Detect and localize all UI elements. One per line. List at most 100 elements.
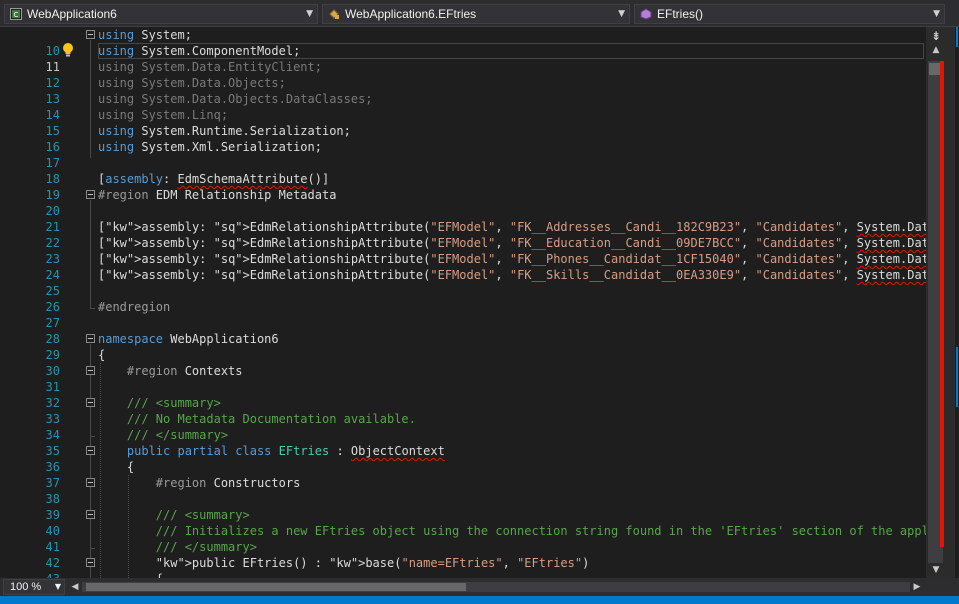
member-label: EFtries() [657,7,703,21]
line-text: /// <summary> [98,396,221,410]
zoom-dropdown[interactable]: 100 % ▼ [3,579,65,595]
code-line[interactable]: 10 using System; [0,27,926,58]
line-text: #region EDM Relationship Metadata [98,188,337,202]
error-marker-bar [940,61,944,547]
code-line[interactable]: 14 using System.Data.Objects.DataClasses… [0,91,926,122]
line-text: using System.Linq; [98,108,229,122]
chevron-down-icon: ▼ [618,9,625,19]
code-line[interactable]: 23 ["kw">assembly: "sq">EdmRelationshipA… [0,235,926,266]
line-text: { [98,571,163,578]
code-line[interactable]: 19 [assembly: EdmSchemaAttribute()] [0,171,926,202]
code-line[interactable]: 31 #region Contexts [0,363,926,394]
indent-guide [100,363,101,578]
horizontal-scrollbar-thumb[interactable] [86,583,466,591]
code-line[interactable]: 12 using System.Data.EntityClient; [0,59,926,90]
csharp-project-icon: C [10,8,22,20]
line-text: using System.Runtime.Serialization; [98,124,351,138]
line-text: using System.ComponentModel; [98,43,924,59]
outline-guide [90,40,91,158]
code-line[interactable]: 44 { [0,571,926,578]
line-text: /// No Metadata Documentation available. [98,412,416,426]
scroll-up-arrow-icon[interactable]: ▲ [930,45,942,55]
project-label: WebApplication6 [27,7,117,21]
code-line[interactable]: 42 /// </summary> [0,539,926,570]
outline-end [90,548,95,549]
navigation-bar: C WebApplication6 ▼ WebApplication6.EFtr… [0,0,959,27]
code-line[interactable]: 32 [0,379,926,410]
code-line[interactable]: 18 [0,155,926,186]
code-line[interactable]: 26 [0,283,926,314]
line-text: /// Initializes a new EFtries object usi… [98,524,926,538]
outline-end [90,436,95,437]
outline-guide [90,200,91,308]
member-dropdown[interactable]: EFtries() ▼ [634,4,945,24]
collapse-toggle[interactable] [86,446,95,455]
class-label: WebApplication6.EFtries [345,7,477,21]
code-line[interactable]: 38 #region Constructors [0,475,926,506]
line-text: { [98,460,135,474]
svg-text:C: C [14,11,19,19]
class-icon [329,9,339,19]
collapse-toggle[interactable] [86,398,95,407]
line-text: ["kw">assembly: "sq">EdmRelationshipAttr… [98,236,926,250]
edge-accent [956,347,958,407]
code-line-current[interactable]: 11 using System.ComponentModel; [0,43,926,74]
line-text: using System.Xml.Serialization; [98,140,322,154]
code-line[interactable]: 15 using System.Linq; [0,107,926,138]
outline-guide [90,344,91,578]
line-text: { [98,348,106,362]
scroll-left-arrow-icon[interactable]: ◀ [70,580,80,594]
code-line[interactable]: 17 using System.Xml.Serialization; [0,139,926,170]
line-text: using System.Data.Objects; [98,76,286,90]
collapse-toggle[interactable] [86,366,95,375]
code-line[interactable]: 22 ["kw">assembly: "sq">EdmRelationshipA… [0,219,926,250]
outline-end [90,308,95,309]
line-text: /// </summary> [98,428,229,442]
collapse-toggle[interactable] [86,334,95,343]
zoom-value: 100 % [10,581,42,593]
code-line[interactable]: 13 using System.Data.Objects; [0,75,926,106]
collapse-toggle[interactable] [86,30,95,39]
code-line[interactable]: 35 /// </summary> [0,427,926,458]
line-text: [assembly: EdmSchemaAttribute()] [98,172,330,186]
class-dropdown[interactable]: WebApplication6.EFtries ▼ [322,4,630,24]
line-text: using System; [98,28,192,42]
code-line[interactable]: 20 #region EDM Relationship Metadata [0,187,926,218]
split-window-icon[interactable]: ⇟ [929,29,943,43]
project-dropdown[interactable]: C WebApplication6 ▼ [4,4,318,24]
line-text: "kw">public EFtries() : "kw">base("name=… [155,556,590,570]
window-edge [955,27,959,578]
chevron-down-icon: ▼ [933,9,940,19]
code-line[interactable]: 21 [0,203,926,234]
collapse-toggle[interactable] [86,510,95,519]
code-line[interactable]: 24 ["kw">assembly: "sq">EdmRelationshipA… [0,251,926,282]
code-line[interactable]: 41 /// Initializes a new EFtries object … [0,523,926,554]
line-text: ["kw">assembly: "sq">EdmRelationshipAttr… [98,268,926,282]
code-line[interactable]: 40 /// <summary> [0,507,926,538]
code-line[interactable]: 36 public partial class EFtries : Object… [0,443,926,474]
line-text: namespace WebApplication6 [98,332,279,346]
code-line[interactable]: 33 /// <summary> [0,395,926,426]
collapse-toggle[interactable] [86,478,95,487]
code-editor[interactable]: 10 using System; 11 using System.Compone… [0,27,926,578]
code-line[interactable]: 39 [0,491,926,522]
status-bar [0,596,959,604]
code-line[interactable]: 29 namespace WebApplication6 [0,331,926,362]
code-line[interactable]: 27 #endregion [0,299,926,330]
method-icon [640,8,652,20]
line-text: /// </summary> [98,540,257,554]
collapse-toggle[interactable] [86,558,95,567]
code-line[interactable]: 28 [0,315,926,346]
code-line[interactable]: 43 "kw">public EFtries() : "kw">base("na… [0,555,926,578]
line-text: #region Contexts [126,364,243,378]
code-line[interactable]: 37 { [0,459,926,490]
code-line[interactable]: 16 using System.Runtime.Serialization; [0,123,926,154]
code-line[interactable]: 34 /// No Metadata Documentation availab… [0,411,926,442]
edge-accent [956,27,958,47]
scroll-right-arrow-icon[interactable]: ▶ [912,580,922,594]
chevron-down-icon: ▼ [306,9,313,19]
code-line[interactable]: 30 { [0,347,926,378]
scroll-down-arrow-icon[interactable]: ▼ [930,565,942,575]
code-line[interactable]: 25 ["kw">assembly: "sq">EdmRelationshipA… [0,267,926,298]
collapse-toggle[interactable] [86,190,95,199]
